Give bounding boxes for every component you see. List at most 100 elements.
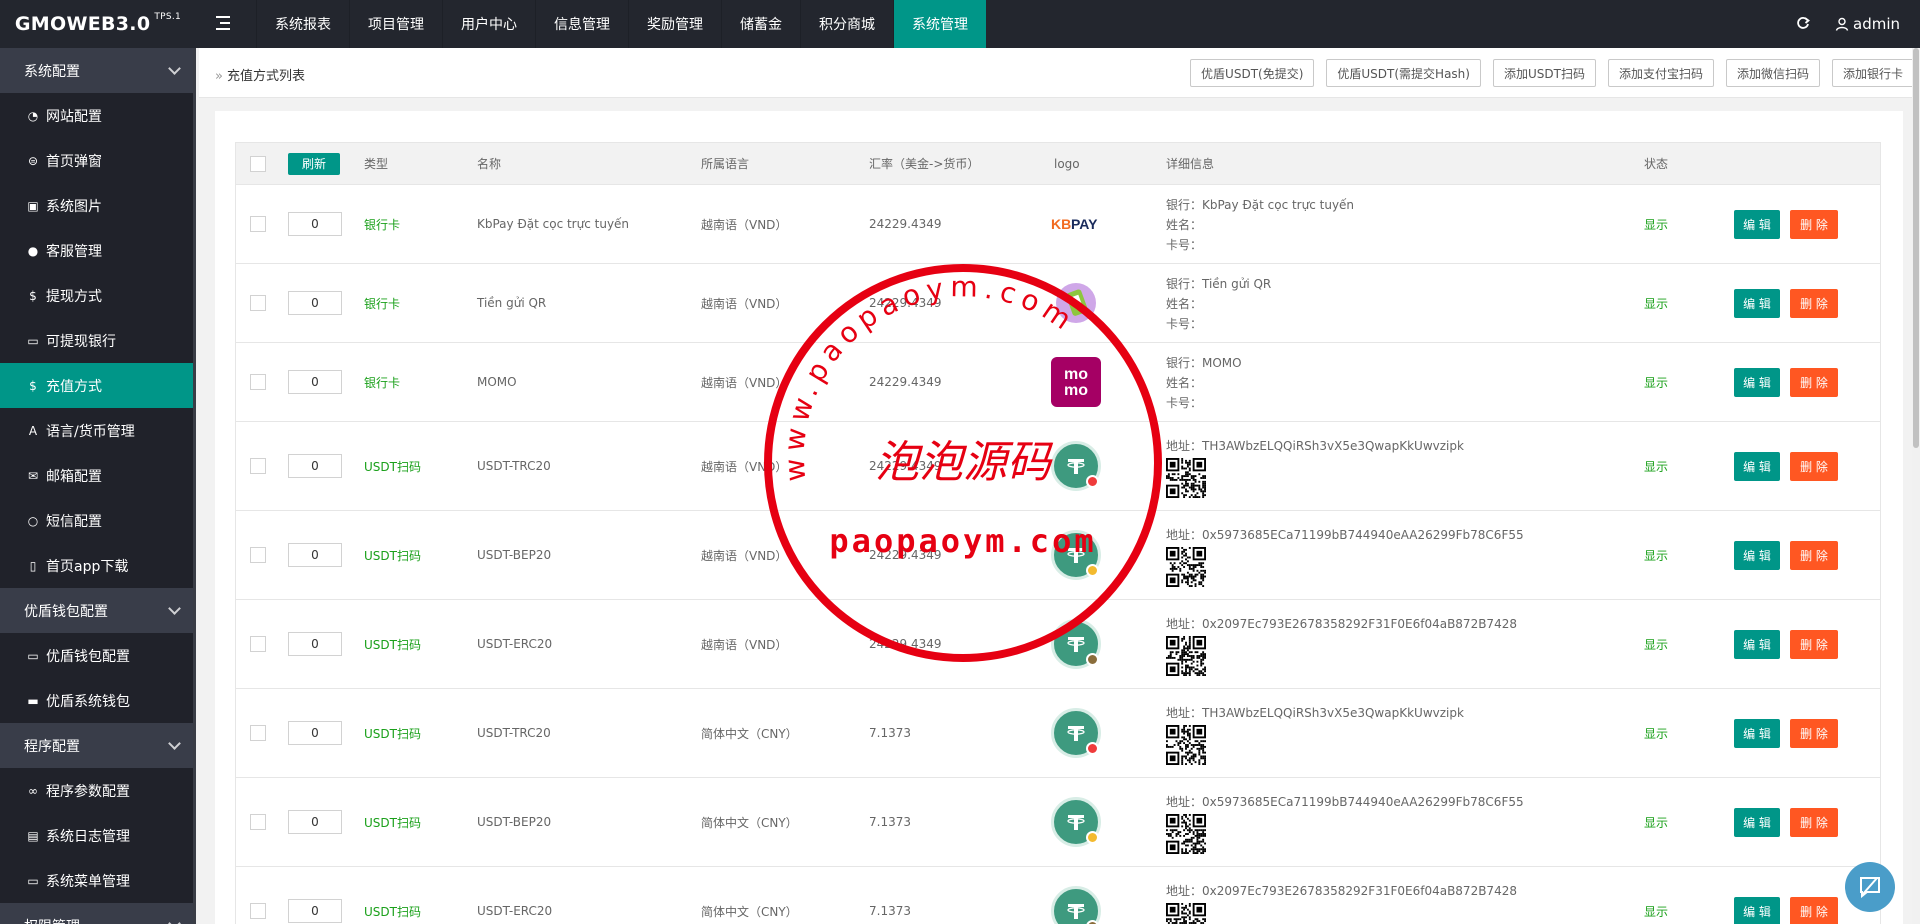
sidebar-item-0-1[interactable]: ⊜ 首页弹窗 bbox=[0, 138, 193, 183]
sidebar-item-0-3[interactable]: ● 客服管理 bbox=[0, 228, 193, 273]
main-content: » 充值方式列表 优盾USDT(免提交) 优盾USDT(需提交Hash) 添加USDT… bbox=[199, 48, 1920, 924]
brand-logo[interactable]: GMOWEB3.0 TPS.1 bbox=[0, 0, 196, 48]
sidebar-item-0-5[interactable]: ▭ 可提现银行 bbox=[0, 318, 193, 363]
row-name: Tiền gửi QR bbox=[477, 296, 547, 310]
topnav-item-5[interactable]: 储蓄金 bbox=[721, 0, 800, 48]
breadcrumb-bar: » 充值方式列表 优盾USDT(免提交) 优盾USDT(需提交Hash) 添加USDT… bbox=[199, 48, 1920, 98]
sidebar-group-3[interactable]: 权限管理 bbox=[0, 903, 193, 924]
row-rate: 24229.4349 bbox=[869, 296, 942, 310]
sidebar-group-1[interactable]: 优盾钱包配置 bbox=[0, 588, 193, 633]
topnav-item-1[interactable]: 项目管理 bbox=[349, 0, 442, 48]
edit-button[interactable]: 编 辑 bbox=[1734, 896, 1780, 924]
sort-order-input[interactable]: 0 bbox=[288, 370, 342, 394]
action-button-5[interactable]: 添加银行卡 bbox=[1831, 59, 1914, 87]
sidebar-item-0-7[interactable]: A 语言/货币管理 bbox=[0, 408, 193, 453]
topnav-item-4[interactable]: 奖励管理 bbox=[628, 0, 721, 48]
sidebar-item-label: 优盾系统钱包 bbox=[46, 693, 130, 710]
sort-order-input[interactable]: 0 bbox=[288, 810, 342, 834]
delete-button[interactable]: 删 除 bbox=[1790, 451, 1838, 481]
row-name: USDT-BEP20 bbox=[477, 815, 552, 829]
row-checkbox[interactable] bbox=[250, 725, 266, 741]
sidebar-item-1-0[interactable]: ▭ 优盾钱包配置 bbox=[0, 633, 193, 678]
vertical-scrollbar[interactable] bbox=[1912, 48, 1920, 924]
delete-button[interactable]: 删 除 bbox=[1790, 209, 1838, 239]
row-language: 简体中文（CNY） bbox=[701, 904, 798, 919]
sort-order-input[interactable]: 0 bbox=[288, 543, 342, 567]
action-button-1[interactable]: 优盾USDT(需提交Hash) bbox=[1326, 59, 1481, 87]
action-button-0[interactable]: 优盾USDT(免提交) bbox=[1190, 59, 1315, 87]
detail-line: 银行：KbPay Đặt cọc trực tuyến bbox=[1166, 197, 1355, 212]
sort-order-input[interactable]: 0 bbox=[288, 721, 342, 745]
sidebar-item-0-2[interactable]: ▣ 系统图片 bbox=[0, 183, 193, 228]
row-status: 显示 bbox=[1644, 904, 1669, 919]
chevron-down-icon bbox=[168, 602, 181, 615]
row-detail: 地址：0x2097Ec793E2678358292F31F0E6f04aB872… bbox=[1166, 867, 1517, 924]
sidebar-item-2-2[interactable]: ▭ 系统菜单管理 bbox=[0, 858, 193, 903]
sidebar-group-label: 权限管理 bbox=[24, 916, 80, 924]
user-menu[interactable]: admin bbox=[1827, 15, 1920, 33]
menu-toggle-icon[interactable] bbox=[214, 13, 234, 33]
edit-button[interactable]: 编 辑 bbox=[1734, 807, 1780, 837]
delete-button[interactable]: 删 除 bbox=[1790, 896, 1838, 924]
delete-button[interactable]: 删 除 bbox=[1790, 540, 1838, 570]
recharge-table: 刷新 类型 名称 所属语言 汇率（美金->货币） logo 详细信息 状态 0 银… bbox=[235, 142, 1881, 924]
breadcrumb: » 充值方式列表 bbox=[215, 65, 305, 84]
log-icon: ▤ bbox=[27, 828, 39, 843]
select-all-checkbox[interactable] bbox=[250, 155, 266, 172]
sidebar-item-0-4[interactable]: $ 提现方式 bbox=[0, 273, 193, 318]
sidebar-item-0-6[interactable]: $ 充值方式 bbox=[0, 363, 193, 408]
floating-chat-button[interactable] bbox=[1845, 862, 1895, 912]
sidebar-item-0-9[interactable]: ○ 短信配置 bbox=[0, 498, 193, 543]
tether-icon bbox=[1051, 708, 1101, 758]
row-status: 显示 bbox=[1644, 459, 1669, 474]
row-type: USDT扫码 bbox=[364, 815, 421, 830]
sidebar-item-2-1[interactable]: ▤ 系统日志管理 bbox=[0, 813, 193, 858]
sidebar-item-2-0[interactable]: ∞ 程序参数配置 bbox=[0, 768, 193, 813]
sort-order-input[interactable]: 0 bbox=[288, 899, 342, 923]
sort-order-input[interactable]: 0 bbox=[288, 212, 342, 236]
edit-button[interactable]: 编 辑 bbox=[1734, 451, 1780, 481]
delete-button[interactable]: 删 除 bbox=[1790, 629, 1838, 659]
sidebar-item-1-1[interactable]: ▬ 优盾系统钱包 bbox=[0, 678, 193, 723]
topnav-item-0[interactable]: 系统报表 bbox=[256, 0, 349, 48]
sort-order-input[interactable]: 0 bbox=[288, 454, 342, 478]
sidebar-group-2[interactable]: 程序配置 bbox=[0, 723, 193, 768]
delete-button[interactable]: 删 除 bbox=[1790, 718, 1838, 748]
edit-button[interactable]: 编 辑 bbox=[1734, 540, 1780, 570]
table-refresh-button[interactable]: 刷新 bbox=[288, 152, 341, 175]
edit-button[interactable]: 编 辑 bbox=[1734, 718, 1780, 748]
refresh-icon[interactable] bbox=[1779, 0, 1827, 48]
sidebar-item-0-8[interactable]: ✉ 邮箱配置 bbox=[0, 453, 193, 498]
chevron-down-icon bbox=[168, 917, 181, 924]
row-checkbox[interactable] bbox=[250, 547, 266, 563]
row-checkbox[interactable] bbox=[250, 295, 266, 311]
sidebar-item-label: 可提现银行 bbox=[46, 333, 116, 350]
edit-button[interactable]: 编 辑 bbox=[1734, 367, 1780, 397]
row-checkbox[interactable] bbox=[250, 903, 266, 919]
edit-button[interactable]: 编 辑 bbox=[1734, 629, 1780, 659]
action-button-3[interactable]: 添加支付宝扫码 bbox=[1607, 59, 1714, 87]
row-checkbox[interactable] bbox=[250, 374, 266, 390]
delete-button[interactable]: 删 除 bbox=[1790, 367, 1838, 397]
tether-icon bbox=[1051, 530, 1101, 580]
topnav-item-6[interactable]: 积分商城 bbox=[800, 0, 893, 48]
topnav-item-7[interactable]: 系统管理 bbox=[893, 0, 986, 48]
sidebar-item-0-0[interactable]: ◔ 网站配置 bbox=[0, 93, 193, 138]
topnav-item-2[interactable]: 用户中心 bbox=[442, 0, 535, 48]
delete-button[interactable]: 删 除 bbox=[1790, 288, 1838, 318]
edit-button[interactable]: 编 辑 bbox=[1734, 209, 1780, 239]
row-checkbox[interactable] bbox=[250, 636, 266, 652]
topnav-item-3[interactable]: 信息管理 bbox=[535, 0, 628, 48]
action-button-4[interactable]: 添加微信扫码 bbox=[1725, 59, 1820, 87]
sort-order-input[interactable]: 0 bbox=[288, 632, 342, 656]
scrollbar-thumb[interactable] bbox=[1913, 48, 1919, 448]
action-button-2[interactable]: 添加USDT扫码 bbox=[1492, 59, 1596, 87]
row-checkbox[interactable] bbox=[250, 458, 266, 474]
sidebar-item-0-10[interactable]: ▯ 首页app下载 bbox=[0, 543, 193, 588]
row-checkbox[interactable] bbox=[250, 216, 266, 232]
row-checkbox[interactable] bbox=[250, 814, 266, 830]
sort-order-input[interactable]: 0 bbox=[288, 291, 342, 315]
delete-button[interactable]: 删 除 bbox=[1790, 807, 1838, 837]
edit-button[interactable]: 编 辑 bbox=[1734, 288, 1780, 318]
sidebar-group-0[interactable]: 系统配置 bbox=[0, 48, 193, 93]
